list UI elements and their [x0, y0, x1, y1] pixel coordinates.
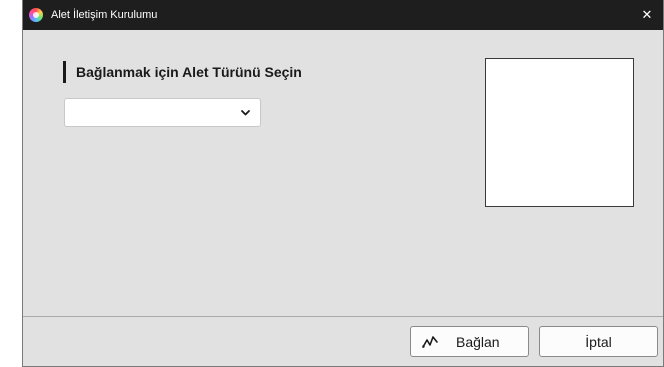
title-bar: Alet İletişim Kurulumu ✕ — [23, 0, 663, 30]
cancel-button[interactable]: İptal — [539, 326, 658, 357]
chevron-down-icon — [241, 110, 250, 116]
connect-button-label: Bağlan — [456, 334, 500, 350]
window-title: Alet İletişim Kurulumu — [51, 9, 158, 21]
close-button[interactable]: ✕ — [637, 5, 657, 25]
connect-button[interactable]: Bağlan — [410, 326, 529, 357]
app-color-wheel-icon — [29, 8, 43, 22]
instrument-preview-image — [485, 58, 634, 207]
instrument-type-heading: Bağlanmak için Alet Türünü Seçin — [63, 61, 302, 83]
connection-icon — [422, 336, 438, 348]
dialog-window: Alet İletişim Kurulumu ✕ Bağlanmak için … — [22, 0, 664, 367]
footer-divider — [23, 316, 663, 317]
instrument-type-select[interactable] — [64, 98, 261, 127]
cancel-button-label: İptal — [585, 334, 612, 350]
